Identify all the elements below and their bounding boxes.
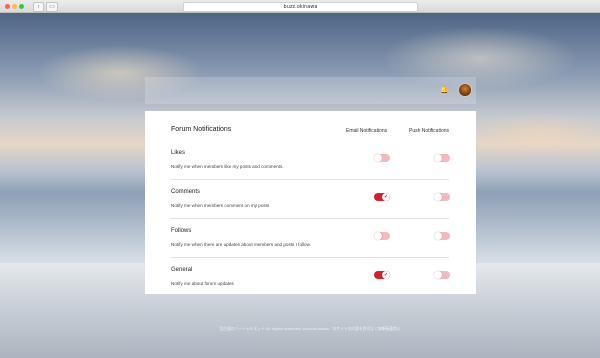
follows-email-toggle[interactable] (374, 232, 390, 240)
notification-row-likes: Likes Notify me when members like my pos… (171, 141, 450, 180)
toggle-knob (434, 193, 442, 201)
row-description: Notify me when members comment on my pos… (171, 203, 270, 208)
minimize-window-button[interactable] (12, 4, 17, 9)
notification-row-follows: Follows Notify me when there are updates… (171, 219, 450, 258)
address-bar[interactable]: buzz.okinawa (183, 2, 418, 12)
toggle-knob (374, 232, 382, 240)
sidebar-toggle-icon[interactable]: ▭ (46, 2, 58, 12)
toggle-knob: ✓ (382, 193, 390, 201)
likes-push-toggle[interactable] (434, 154, 450, 162)
row-description: Notify me about forum updates (171, 281, 234, 286)
app-header: 🔔 (145, 77, 476, 104)
general-email-toggle[interactable]: ✓ (374, 271, 390, 279)
row-title: Comments (171, 189, 201, 195)
likes-email-toggle[interactable] (374, 154, 390, 162)
notifications-card: Forum Notifications Email Notifications … (145, 111, 476, 294)
email-column-header: Email Notifications (346, 128, 388, 134)
toggle-knob: ✓ (382, 271, 390, 279)
follows-push-toggle[interactable] (434, 232, 450, 240)
toggle-knob (374, 154, 382, 162)
row-title: General (171, 267, 193, 273)
page-title: Forum Notifications (171, 126, 232, 133)
row-description: Notify me when there are updates about m… (171, 242, 311, 247)
back-button[interactable]: ‹ (33, 2, 44, 12)
avatar[interactable] (458, 83, 472, 97)
browser-toolbar: ‹ ▭ buzz.okinawa (0, 0, 600, 13)
footer-copyright: 宮古島のソーシャルネット All rights reserved. buzz.o… (219, 326, 401, 331)
toggle-knob (434, 154, 442, 162)
general-push-toggle[interactable] (434, 271, 450, 279)
close-window-button[interactable] (5, 4, 10, 9)
row-description: Notify me when members like my posts and… (171, 164, 284, 169)
toggle-knob (434, 232, 442, 240)
zoom-window-button[interactable] (19, 4, 24, 9)
bell-icon[interactable]: 🔔 (440, 86, 449, 95)
toggle-knob (434, 271, 442, 279)
push-column-header: Push Notifications (409, 128, 450, 134)
row-title: Follows (171, 228, 192, 234)
notification-row-comments: Comments Notify me when members comment … (171, 180, 450, 219)
row-title: Likes (171, 150, 186, 156)
notification-row-general: General Notify me about forum updates ✓ (171, 258, 450, 297)
comments-email-toggle[interactable]: ✓ (374, 193, 390, 201)
comments-push-toggle[interactable] (434, 193, 450, 201)
